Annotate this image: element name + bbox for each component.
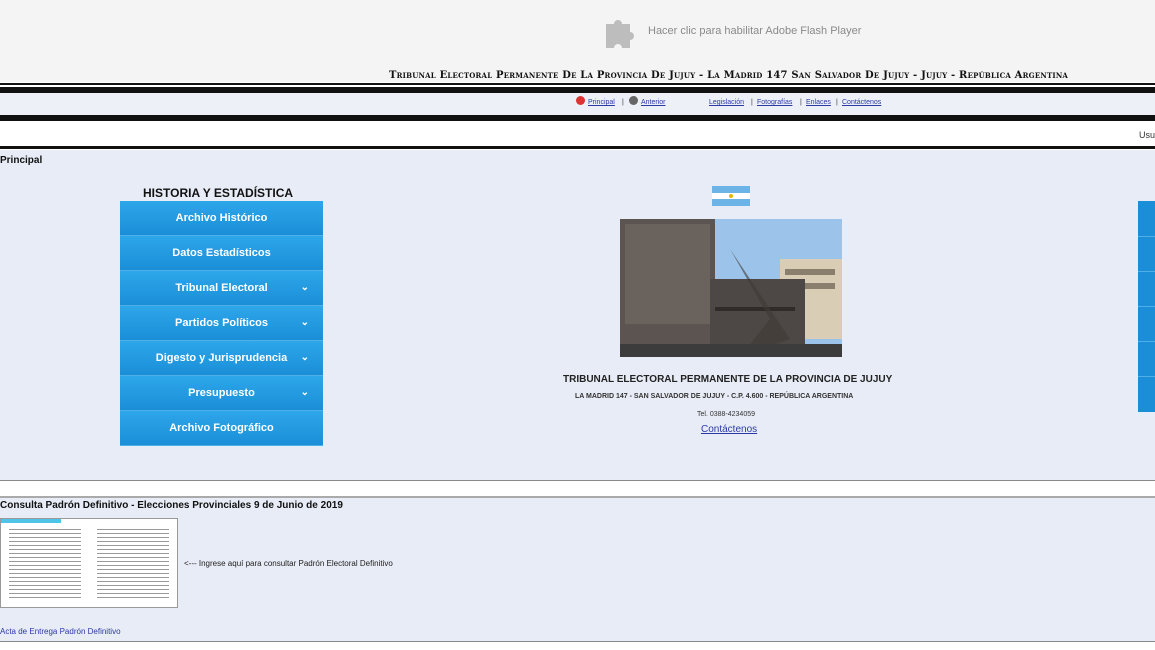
- user-bar: [0, 124, 1155, 146]
- right-menu[interactable]: [1138, 201, 1155, 412]
- divider: [1138, 271, 1155, 272]
- menu-label: Digesto y Jurisprudencia: [155, 352, 288, 364]
- nav-legislacion[interactable]: Legislación: [709, 99, 744, 106]
- menu-partidos-politicos[interactable]: Partidos Políticos ⌄: [120, 306, 323, 341]
- nav-contactenos[interactable]: Contáctenos: [842, 99, 881, 106]
- chevron-down-icon[interactable]: ⌄: [301, 271, 309, 305]
- menu-label: Datos Estadísticos: [172, 247, 271, 259]
- menu-tribunal-electoral[interactable]: Tribunal Electoral ⌄: [120, 271, 323, 306]
- menu-archivo-historico[interactable]: Archivo Histórico: [120, 201, 323, 236]
- padron-title: Consulta Padrón Definitivo - Elecciones …: [0, 500, 343, 511]
- panel-title: Principal: [0, 155, 43, 166]
- header-title: Tribunal Electoral Permanente De La Prov…: [389, 70, 1069, 81]
- nav-enlaces[interactable]: Enlaces: [806, 99, 831, 106]
- puzzle-icon[interactable]: [600, 12, 638, 50]
- history-title: HISTORIA Y ESTADÍSTICA: [143, 186, 294, 200]
- menu-label: Archivo Fotográfico: [169, 422, 274, 434]
- nav-separator: |: [836, 99, 838, 106]
- nav-separator: |: [800, 99, 802, 106]
- divider: [1138, 341, 1155, 342]
- divider: [1138, 236, 1155, 237]
- acta-entrega-link[interactable]: Acta de Entrega Padrón Definitivo: [0, 627, 121, 636]
- divider: [1138, 376, 1155, 377]
- padron-consult-link[interactable]: <--- Ingrese aquí para consultar Padrón …: [184, 559, 393, 568]
- chevron-down-icon[interactable]: ⌄: [301, 341, 309, 375]
- nav-fotografias[interactable]: Fotografías: [757, 99, 792, 106]
- menu-archivo-fotografico[interactable]: Archivo Fotográfico: [120, 411, 323, 446]
- nav-principal[interactable]: Principal: [588, 99, 615, 106]
- nav-separator: |: [751, 99, 753, 106]
- divider: [0, 115, 1155, 121]
- divider: [1138, 306, 1155, 307]
- building-photo: [620, 219, 842, 357]
- menu-label: Tribunal Electoral: [175, 282, 268, 294]
- flash-enable-text[interactable]: Hacer clic para habilitar Adobe Flash Pl…: [648, 25, 861, 37]
- top-nav: Principal | Anterior Legislación | Fotog…: [0, 93, 1155, 115]
- chevron-down-icon[interactable]: ⌄: [301, 376, 309, 410]
- menu-digesto-jurisprudencia[interactable]: Digesto y Jurisprudencia ⌄: [120, 341, 323, 376]
- menu-presupuesto[interactable]: Presupuesto ⌄: [120, 376, 323, 411]
- user-label: Usu: [1138, 130, 1155, 140]
- padron-thumbnail[interactable]: [0, 518, 178, 608]
- institution-name: TRIBUNAL ELECTORAL PERMANENTE DE LA PROV…: [563, 374, 893, 385]
- menu-datos-estadisticos[interactable]: Datos Estadísticos: [120, 236, 323, 271]
- menu-label: Partidos Políticos: [175, 317, 268, 329]
- contact-link[interactable]: Contáctenos: [701, 424, 757, 435]
- argentina-flag-icon: [712, 186, 750, 206]
- menu-label: Presupuesto: [188, 387, 255, 399]
- institution-phone: Tel. 0388-4234059: [697, 411, 755, 418]
- institution-address: LA MADRID 147 - SAN SALVADOR DE JUJUY - …: [575, 393, 854, 400]
- menu-label: Archivo Histórico: [175, 212, 268, 224]
- chevron-down-icon[interactable]: ⌄: [301, 306, 309, 340]
- back-icon[interactable]: [629, 96, 638, 105]
- divider: [0, 146, 1155, 149]
- home-icon[interactable]: [576, 96, 585, 105]
- nav-separator: |: [622, 99, 624, 106]
- divider: [0, 83, 1155, 85]
- nav-anterior[interactable]: Anterior: [641, 99, 666, 106]
- history-menu: Archivo Histórico Datos Estadísticos Tri…: [120, 201, 323, 446]
